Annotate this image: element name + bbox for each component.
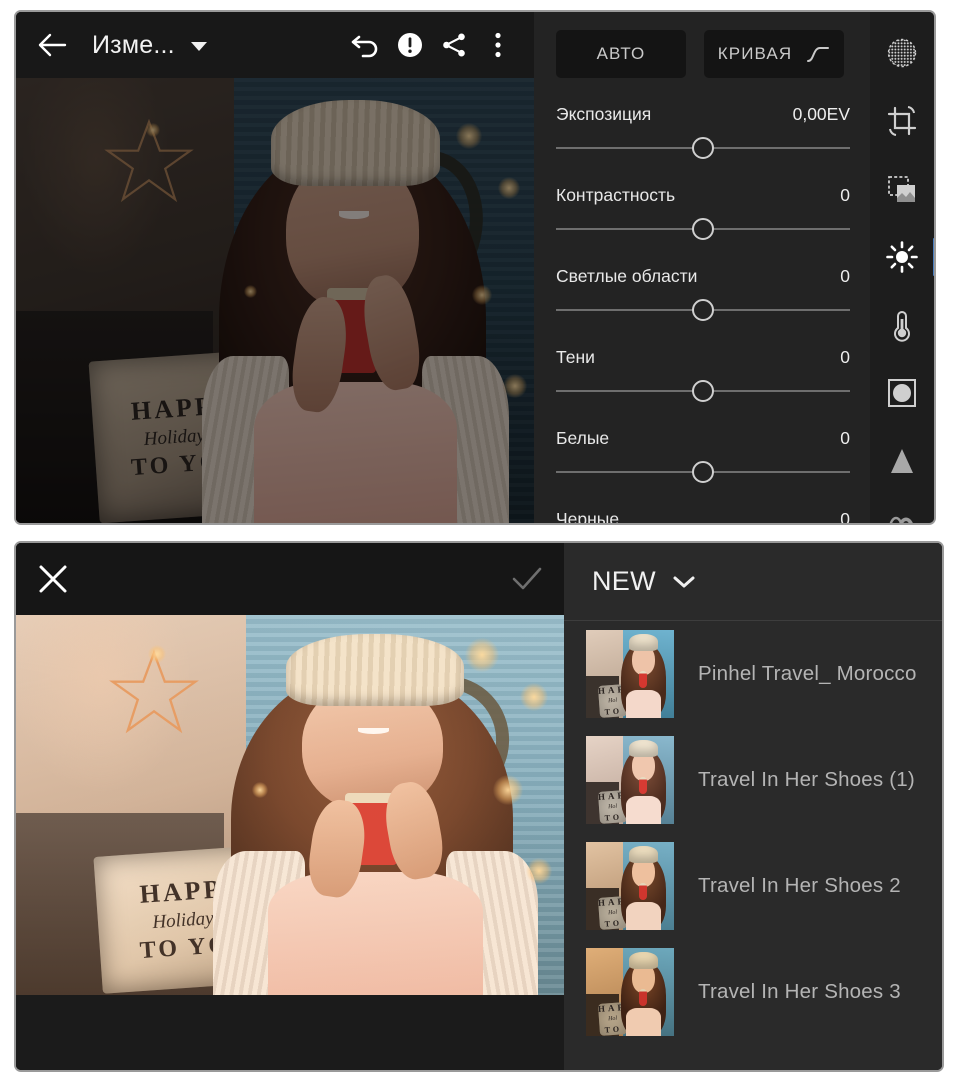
undo-icon[interactable] — [344, 23, 388, 67]
preset-name: Travel In Her Shoes 3 — [698, 980, 901, 1003]
slider-value: 0 — [840, 185, 850, 205]
auto-button-label: АВТО — [596, 44, 646, 63]
editor-left-column: Изме... HAPP Holiday TO YO — [16, 12, 534, 523]
slider-track[interactable] — [556, 299, 850, 321]
share-icon[interactable] — [432, 23, 476, 67]
slider-track[interactable] — [556, 461, 850, 483]
arrow-left-icon[interactable] — [30, 23, 74, 67]
texture-halftone-icon[interactable] — [877, 28, 927, 78]
slider-track[interactable] — [556, 380, 850, 402]
slider-label: Контрастность — [556, 185, 676, 205]
adjustment-buttons-row: АВТО КРИВАЯ — [556, 30, 850, 78]
slider-label: Экспозиция — [556, 104, 652, 124]
presets-layers-icon[interactable] — [877, 164, 927, 214]
slider-knob[interactable] — [692, 380, 714, 402]
presets-photo-preview[interactable]: HAPPHolidayTO YO — [16, 615, 564, 995]
presets-preview-column: HAPPHolidayTO YO — [16, 543, 564, 1070]
slider-value: 0 — [840, 347, 850, 367]
list-item[interactable]: HAP Hol TO Pinhel Travel_ Morocco — [564, 621, 942, 727]
check-icon[interactable] — [510, 564, 544, 594]
preset-group-header[interactable]: NEW — [564, 543, 942, 621]
detail-triangle-icon[interactable] — [877, 436, 927, 486]
preset-thumbnail: HAP Hol TO — [586, 948, 674, 1036]
caret-down-icon[interactable] — [190, 42, 207, 51]
preset-group-title: NEW — [592, 566, 656, 596]
slider-label: Черные — [556, 509, 620, 525]
slider-knob[interactable] — [692, 461, 714, 483]
list-item[interactable]: HAP Hol TO Travel In Her Shoes 2 — [564, 833, 942, 939]
slider-whites[interactable]: Белые 0 — [556, 428, 850, 483]
slider-label: Светлые области — [556, 266, 698, 286]
tone-curve-icon — [806, 45, 830, 63]
chevron-down-icon[interactable] — [672, 574, 696, 590]
slider-label: Белые — [556, 428, 610, 448]
light-adjustments-panel: АВТО КРИВАЯ Экспозиция 0,00EV Контрастно… — [534, 12, 870, 523]
photo-edited: HAPPHolidayTO YO — [16, 615, 564, 995]
close-x-icon[interactable] — [36, 562, 70, 596]
optics-lens-icon[interactable] — [877, 504, 927, 523]
slider-contrast[interactable]: Контрастность 0 — [556, 185, 850, 240]
slider-knob[interactable] — [692, 218, 714, 240]
editor-appbar: Изме... — [16, 12, 534, 78]
slider-exposure[interactable]: Экспозиция 0,00EV — [556, 104, 850, 159]
editor-photo-preview[interactable]: HAPP Holiday TO YO — [16, 78, 534, 523]
exclamation-circle-icon[interactable] — [388, 23, 432, 67]
screenshot-stage: Изме... HAPP Holiday TO YO АВТО КРИВАЯ Э… — [0, 0, 958, 1080]
slider-value: 0 — [840, 509, 850, 525]
curve-button[interactable]: КРИВАЯ — [704, 30, 844, 78]
slider-label: Тени — [556, 347, 595, 367]
slider-shadows[interactable]: Тени 0 — [556, 347, 850, 402]
slider-track[interactable] — [556, 137, 850, 159]
preset-name: Pinhel Travel_ Morocco — [698, 662, 917, 685]
auto-button[interactable]: АВТО — [556, 30, 686, 78]
presets-list-column: NEW HAP Hol TO Pinhel Travel_ Morocco HA… — [564, 543, 942, 1070]
preset-thumbnail: HAP Hol TO — [586, 842, 674, 930]
slider-knob[interactable] — [692, 137, 714, 159]
curve-button-label: КРИВАЯ — [717, 44, 793, 63]
slider-knob[interactable] — [692, 299, 714, 321]
slider-value: 0,00EV — [792, 104, 850, 124]
page-title: Изме... — [92, 30, 175, 59]
list-item[interactable]: HAP Hol TO Travel In Her Shoes 3 — [564, 939, 942, 1045]
slider-blacks[interactable]: Черные 0 — [556, 509, 850, 525]
preset-thumbnail: HAP Hol TO — [586, 736, 674, 824]
editor-panel: Изме... HAPP Holiday TO YO АВТО КРИВАЯ Э… — [14, 10, 936, 525]
crop-rotate-icon[interactable] — [877, 96, 927, 146]
slider-highlights[interactable]: Светлые области 0 — [556, 266, 850, 321]
presets-action-bar — [16, 543, 564, 615]
preset-thumbnail: HAP Hol TO — [586, 630, 674, 718]
thermometer-color-icon[interactable] — [877, 300, 927, 350]
presets-panel: HAPPHolidayTO YO — [14, 541, 944, 1072]
preset-list[interactable]: HAP Hol TO Pinhel Travel_ Morocco HAP Ho… — [564, 621, 942, 1070]
vignette-frame-icon[interactable] — [877, 368, 927, 418]
preset-name: Travel In Her Shoes (1) — [698, 768, 915, 791]
tool-rail — [870, 12, 934, 523]
more-vertical-icon[interactable] — [476, 23, 520, 67]
photo-original: HAPP Holiday TO YO — [16, 78, 534, 523]
slider-value: 0 — [840, 266, 850, 286]
light-sun-icon[interactable] — [877, 232, 934, 282]
preset-name: Travel In Her Shoes 2 — [698, 874, 901, 897]
slider-track[interactable] — [556, 218, 850, 240]
list-item[interactable]: HAP Hol TO Travel In Her Shoes (1) — [564, 727, 942, 833]
slider-value: 0 — [840, 428, 850, 448]
